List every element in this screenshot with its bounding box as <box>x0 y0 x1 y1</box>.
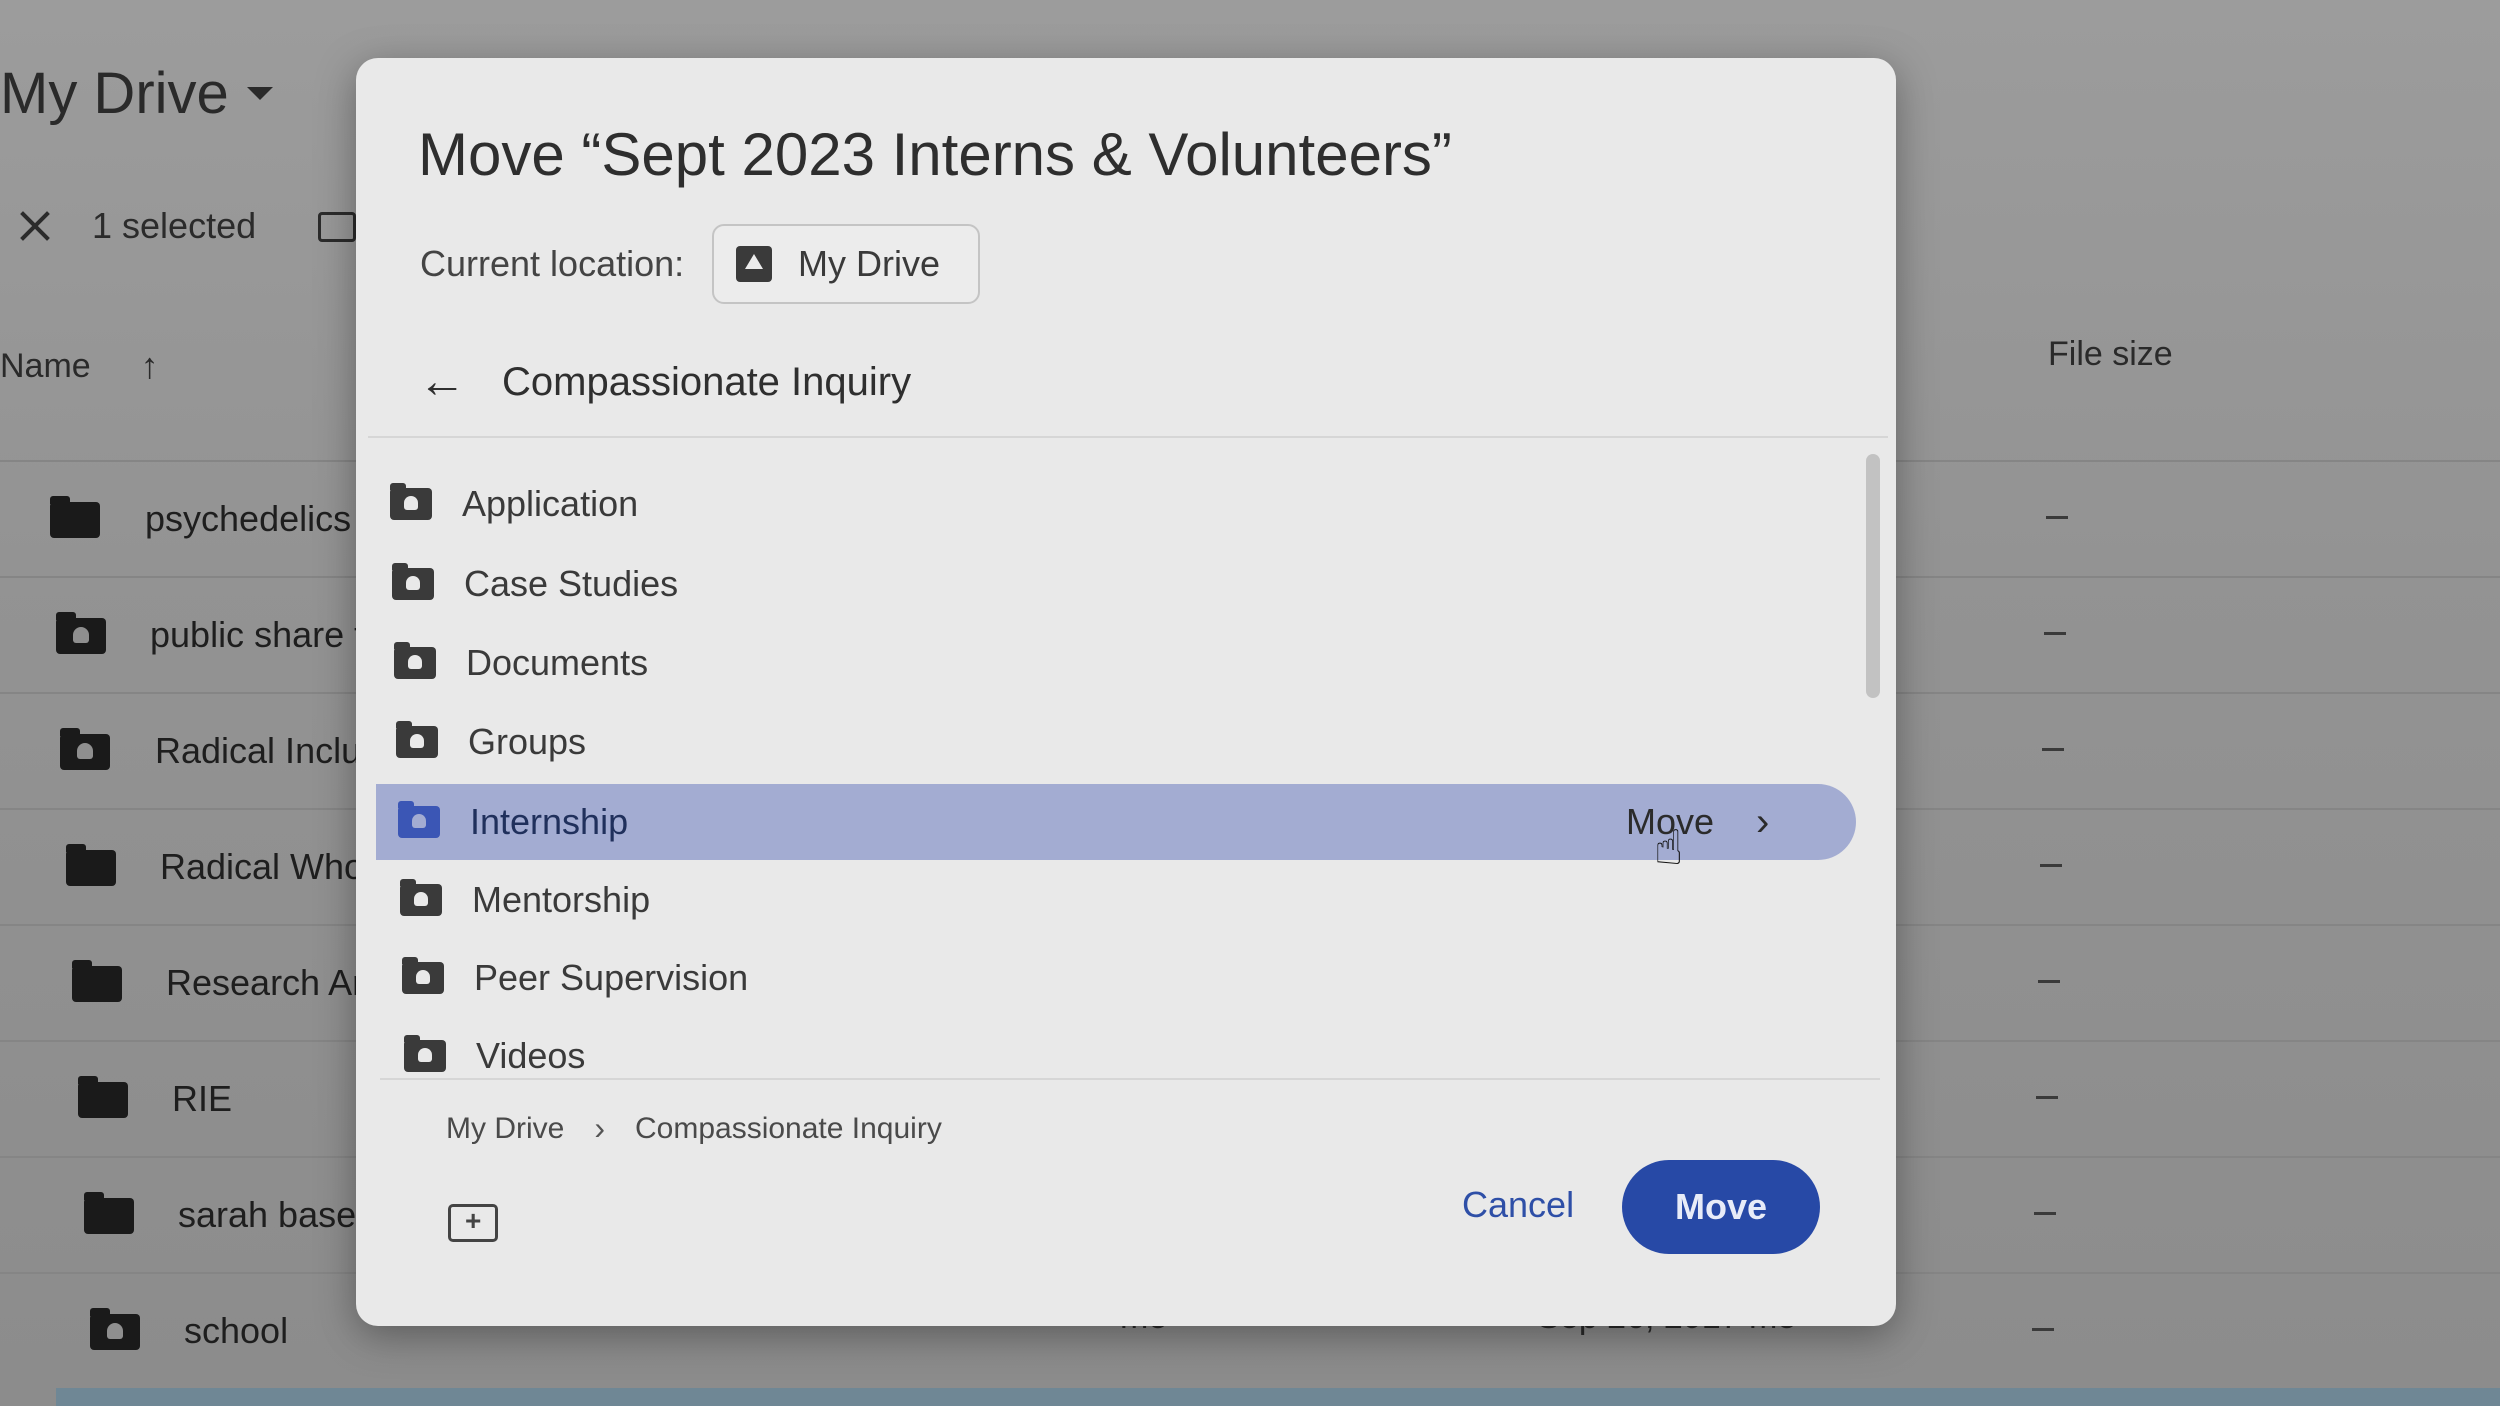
move-dialog: Move “Sept 2023 Interns & Volunteers” Cu… <box>356 58 1896 1326</box>
move-button[interactable]: Move <box>1622 1160 1820 1254</box>
file-name: RIE <box>172 1078 233 1119</box>
name-column-label: Name <box>0 346 91 385</box>
back-arrow-icon[interactable]: ← <box>418 358 466 406</box>
folder-label: Documents <box>466 642 649 683</box>
shared-folder-icon <box>396 721 438 758</box>
folder-label: Application <box>462 483 639 524</box>
file-size <box>2038 980 2060 983</box>
file-size-column-header[interactable]: File size <box>2048 335 2173 374</box>
name-column-header[interactable]: Name ↑ <box>0 345 159 387</box>
breadcrumb-item[interactable]: My Drive <box>446 1112 564 1146</box>
folder-icon <box>66 844 116 886</box>
file-size <box>2036 1096 2058 1099</box>
current-location-label: Current location: <box>420 243 685 284</box>
file-name: Radical Inclus <box>155 730 380 771</box>
current-folder-name: Compassionate Inquiry <box>502 359 912 404</box>
folder-label: Videos <box>476 1035 586 1076</box>
file-name: school <box>184 1310 289 1351</box>
shared-folder-icon <box>404 1035 446 1072</box>
file-size <box>2044 632 2066 635</box>
chevron-right-icon[interactable]: › <box>1756 800 1769 845</box>
chevron-right-icon: › <box>594 1110 605 1146</box>
folder-item[interactable]: Case Studies <box>376 542 1856 626</box>
current-location-value: My Drive <box>798 243 940 284</box>
taskbar-strip <box>56 1388 2500 1406</box>
folder-item[interactable]: Application <box>376 462 1856 546</box>
folder-icon <box>84 1192 134 1234</box>
folder-label: Groups <box>468 721 587 762</box>
folder-label: Peer Supervision <box>474 957 749 998</box>
sort-arrow-up-icon[interactable]: ↑ <box>141 345 159 387</box>
divider <box>380 1078 1880 1080</box>
shared-folder-icon <box>90 1308 140 1350</box>
folder-label: Internship <box>470 801 629 842</box>
breadcrumb-item[interactable]: Compassionate Inquiry <box>635 1112 942 1146</box>
breadcrumb: My Drive › Compassionate Inquiry <box>446 1110 942 1147</box>
selection-count: 1 selected <box>92 205 257 246</box>
current-location-chip[interactable]: My Drive <box>712 224 980 304</box>
folder-item-selected[interactable]: Internship Move › ☝ <box>376 784 1856 875</box>
page-title[interactable]: My Drive <box>0 60 273 127</box>
cancel-button[interactable]: Cancel <box>1462 1184 1574 1226</box>
folder-icon <box>50 496 100 538</box>
dropdown-caret-icon[interactable] <box>246 87 273 100</box>
folder-item[interactable]: Mentorship <box>376 858 1856 942</box>
page-title-text: My Drive <box>0 61 229 126</box>
scrollbar[interactable] <box>1866 454 1880 698</box>
shared-folder-icon <box>60 728 110 770</box>
shared-folder-icon <box>400 879 442 916</box>
folder-item[interactable]: Groups <box>376 700 1856 784</box>
shared-folder-icon <box>56 612 106 654</box>
file-size <box>2034 1212 2056 1215</box>
move-to-icon[interactable] <box>318 212 356 242</box>
file-name: public share f <box>150 614 365 655</box>
shared-folder-icon <box>394 642 436 679</box>
folder-icon <box>78 1076 128 1118</box>
close-icon[interactable] <box>18 209 52 243</box>
selection-bar: 1 selected <box>18 205 256 247</box>
file-size <box>2032 1328 2054 1331</box>
file-name: Research Arti <box>166 962 383 1003</box>
file-size <box>2040 864 2062 867</box>
folder-label: Mentorship <box>472 879 651 920</box>
file-size <box>2042 748 2064 751</box>
dialog-title: Move “Sept 2023 Interns & Volunteers” <box>418 121 1452 188</box>
file-size <box>2046 516 2068 519</box>
new-folder-icon[interactable] <box>448 1204 498 1242</box>
folder-item[interactable]: Documents <box>376 621 1856 705</box>
folder-icon <box>72 960 122 1002</box>
folder-item[interactable]: Videos <box>376 1014 1856 1098</box>
drive-icon <box>736 246 772 282</box>
shared-folder-icon <box>390 483 432 520</box>
shared-folder-icon <box>392 563 434 600</box>
shared-folder-icon <box>398 801 440 838</box>
divider <box>368 436 1888 438</box>
folder-label: Case Studies <box>464 563 679 604</box>
folder-item[interactable]: Peer Supervision <box>376 936 1856 1020</box>
folder-nav-header: ← Compassionate Inquiry <box>418 358 911 406</box>
shared-folder-icon <box>402 957 444 994</box>
file-name: psychedelics <box>145 498 352 539</box>
